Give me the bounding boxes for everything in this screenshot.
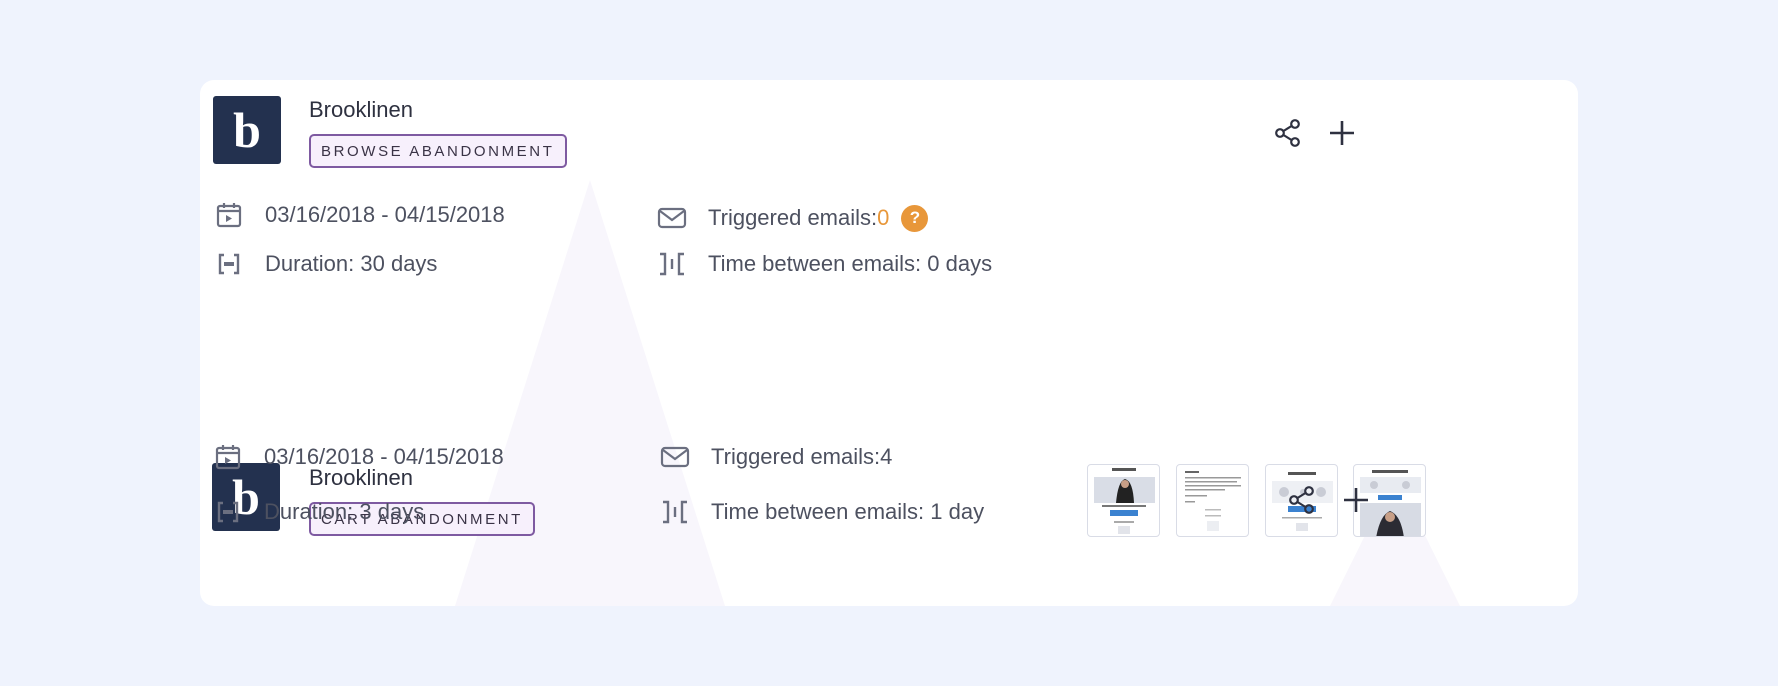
triggered-emails-count: 4 [880, 444, 893, 469]
campaign-row-browse-abandonment[interactable]: b Brooklinen BROWSE ABANDONMENT 03/16/20… [200, 80, 1578, 340]
time-between-text: Time between emails: 0 days [708, 251, 993, 276]
mail-icon [656, 202, 688, 234]
date-range: 03/16/2018 - 04/15/2018 [212, 441, 504, 473]
share-icon [1289, 486, 1314, 514]
mail-icon [659, 441, 691, 473]
campaign-row-cart-abandonment[interactable]: b Brooklinen CART ABANDONMENT [200, 368, 1578, 606]
time-between-text: Time between emails: 1 day [711, 499, 985, 524]
campaign-type-badge: BROWSE ABANDONMENT [309, 134, 567, 168]
email-thumbnail-2[interactable] [1176, 464, 1249, 537]
brand-logo: b [213, 96, 281, 164]
interval-icon [656, 248, 688, 280]
date-range-text: 03/16/2018 - 04/15/2018 [265, 202, 505, 227]
share-icon [1275, 119, 1300, 147]
add-button[interactable] [1338, 482, 1374, 518]
duration: Duration: 3 days [212, 496, 424, 528]
share-button[interactable] [1284, 482, 1320, 518]
interval-icon [659, 496, 691, 528]
time-between-emails: Time between emails: 1 day [659, 496, 984, 528]
triggered-emails-count: 0 [877, 205, 890, 230]
time-between-emails: Time between emails: 0 days [656, 248, 992, 280]
duration-icon [213, 248, 245, 280]
duration-text: Duration: 30 days [265, 251, 438, 276]
add-button[interactable] [1324, 115, 1360, 151]
plus-icon [1330, 121, 1354, 145]
share-button[interactable] [1270, 115, 1306, 151]
date-range: 03/16/2018 - 04/15/2018 [213, 199, 505, 231]
brand-name: Brooklinen [309, 97, 413, 122]
duration-text: Duration: 3 days [264, 499, 425, 524]
campaign-list-card: b Brooklinen BROWSE ABANDONMENT 03/16/20… [200, 80, 1578, 606]
email-thumbnail-1[interactable] [1087, 464, 1160, 537]
calendar-icon [212, 441, 244, 473]
date-range-text: 03/16/2018 - 04/15/2018 [264, 444, 504, 469]
triggered-emails-label: Triggered emails: [708, 205, 878, 230]
calendar-icon [213, 199, 245, 231]
duration-icon [212, 496, 244, 528]
help-icon[interactable]: ? [901, 204, 929, 232]
triggered-emails-label: Triggered emails: [711, 444, 881, 469]
duration: Duration: 30 days [213, 248, 437, 280]
triggered-emails: Triggered emails: 0 ? [656, 202, 929, 234]
triggered-emails: Triggered emails: 4 [659, 441, 892, 473]
plus-icon [1344, 488, 1368, 512]
